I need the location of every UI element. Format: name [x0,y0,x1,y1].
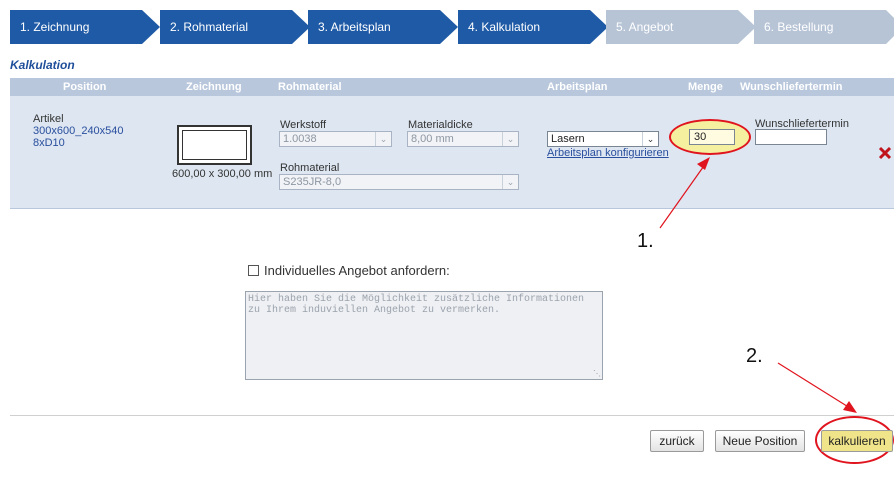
footer-divider [10,415,894,416]
new-position-button[interactable]: Neue Position [715,430,805,452]
arrow-1-head [697,157,710,170]
offer-checkbox-label: Individuelles Angebot anfordern: [264,263,450,278]
annotation-arrows [659,157,857,413]
offer-textarea[interactable]: Hier haben Sie die Möglichkeit zusätzlic… [245,291,603,380]
arrow-1-line [659,162,707,229]
resize-grip-icon[interactable]: ⋱ [593,369,601,378]
arrow-2-line [777,362,851,409]
annotation-label-1: 1. [637,230,654,252]
annotation-label-2: 2. [746,345,763,367]
arrow-2-head [843,401,857,413]
offer-textarea-placeholder: Hier haben Sie die Möglichkeit zusätzlic… [248,294,585,316]
calculate-button[interactable]: kalkulieren [821,430,893,452]
offer-checkbox[interactable] [248,265,259,276]
back-button[interactable]: zurück [650,430,704,452]
